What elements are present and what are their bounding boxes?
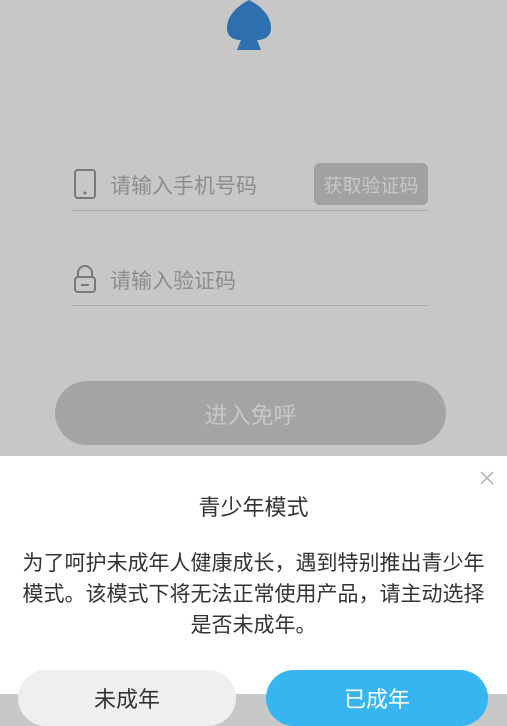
dim-overlay[interactable] — [0, 0, 507, 456]
dialog-message: 为了呵护未成年人健康成长，遇到特别推出青少年模式。该模式下将无法正常使用产品，请… — [22, 551, 485, 637]
dialog-title: 青少年模式 — [198, 496, 309, 521]
minor-button[interactable]: 未成年 — [18, 670, 236, 726]
close-icon[interactable] — [479, 470, 495, 486]
adult-button[interactable]: 已成年 — [266, 670, 488, 726]
youth-mode-dialog: 青少年模式 为了呵护未成年人健康成长，遇到特别推出青少年模式。该模式下将无法正常… — [0, 456, 507, 726]
login-screen: 请输入手机号码 获取验证码 请输入验证码 进入免呼 青少年模式 为了呵护未成年人… — [0, 0, 507, 726]
